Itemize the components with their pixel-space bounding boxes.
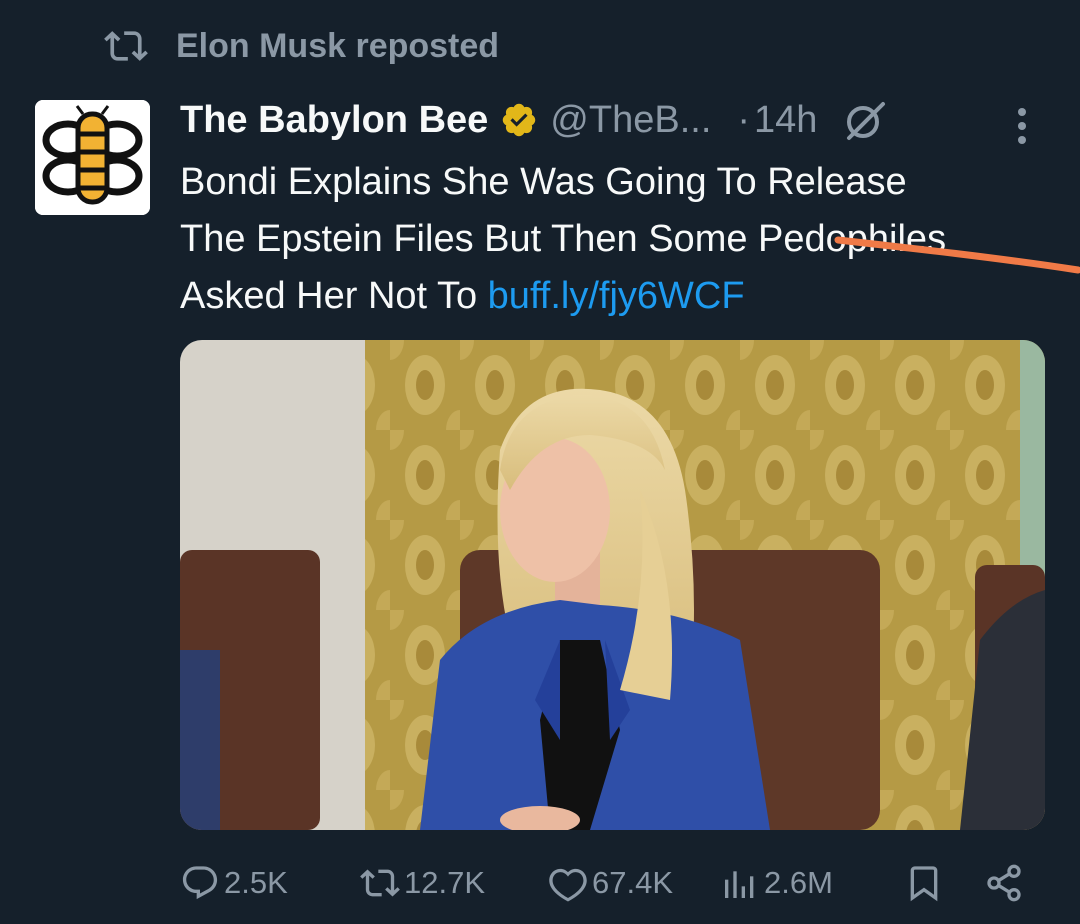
share-icon (987, 864, 1021, 902)
babylon-bee-logo (35, 100, 150, 215)
verified-badge-icon[interactable] (500, 101, 538, 139)
tweet-text-line: Bondi Explains She Was Going To Release (180, 161, 907, 203)
share-button[interactable] (984, 858, 1028, 908)
like-count: 67.4K (592, 865, 674, 900)
reply-count: 2.5K (224, 865, 288, 900)
grok-icon[interactable] (841, 96, 889, 144)
tweet-header: The Babylon Bee @TheB... · 14h (180, 94, 1060, 146)
photo (180, 340, 1045, 830)
heart-icon (549, 868, 587, 902)
action-bar: 2.5K 12.7K 67.4K 2.6M (180, 858, 1030, 908)
tweet-link[interactable]: buff.ly/fjy6WCF (488, 275, 745, 317)
repost-indicator[interactable]: Elon Musk reposted (104, 22, 499, 70)
tweet-media-photo[interactable] (180, 340, 1045, 830)
avatar[interactable] (35, 100, 150, 215)
display-name[interactable]: The Babylon Bee (180, 99, 488, 142)
handle[interactable]: @TheB... (550, 99, 711, 142)
like-button[interactable]: 67.4K (548, 858, 673, 908)
repost-button[interactable]: 12.7K (360, 858, 485, 908)
reply-icon (182, 866, 218, 900)
views-button[interactable]: 2.6M (720, 858, 833, 908)
tweet-text-line: Asked Her Not To (180, 275, 478, 317)
separator-dot: · (737, 98, 751, 141)
repost-count: 12.7K (404, 865, 486, 900)
bookmark-icon (910, 866, 938, 902)
views-icon (725, 871, 754, 898)
repost-label: Elon Musk reposted (176, 26, 500, 65)
bookmark-button[interactable] (904, 858, 948, 908)
repost-icon (104, 31, 148, 61)
orange-annotation-stroke (834, 236, 1080, 274)
timestamp[interactable]: 14h (754, 99, 817, 142)
reply-button[interactable]: 2.5K (180, 858, 288, 908)
views-count: 2.6M (764, 865, 833, 900)
repost-icon (360, 869, 400, 897)
more-vertical-icon[interactable] (1004, 104, 1040, 148)
